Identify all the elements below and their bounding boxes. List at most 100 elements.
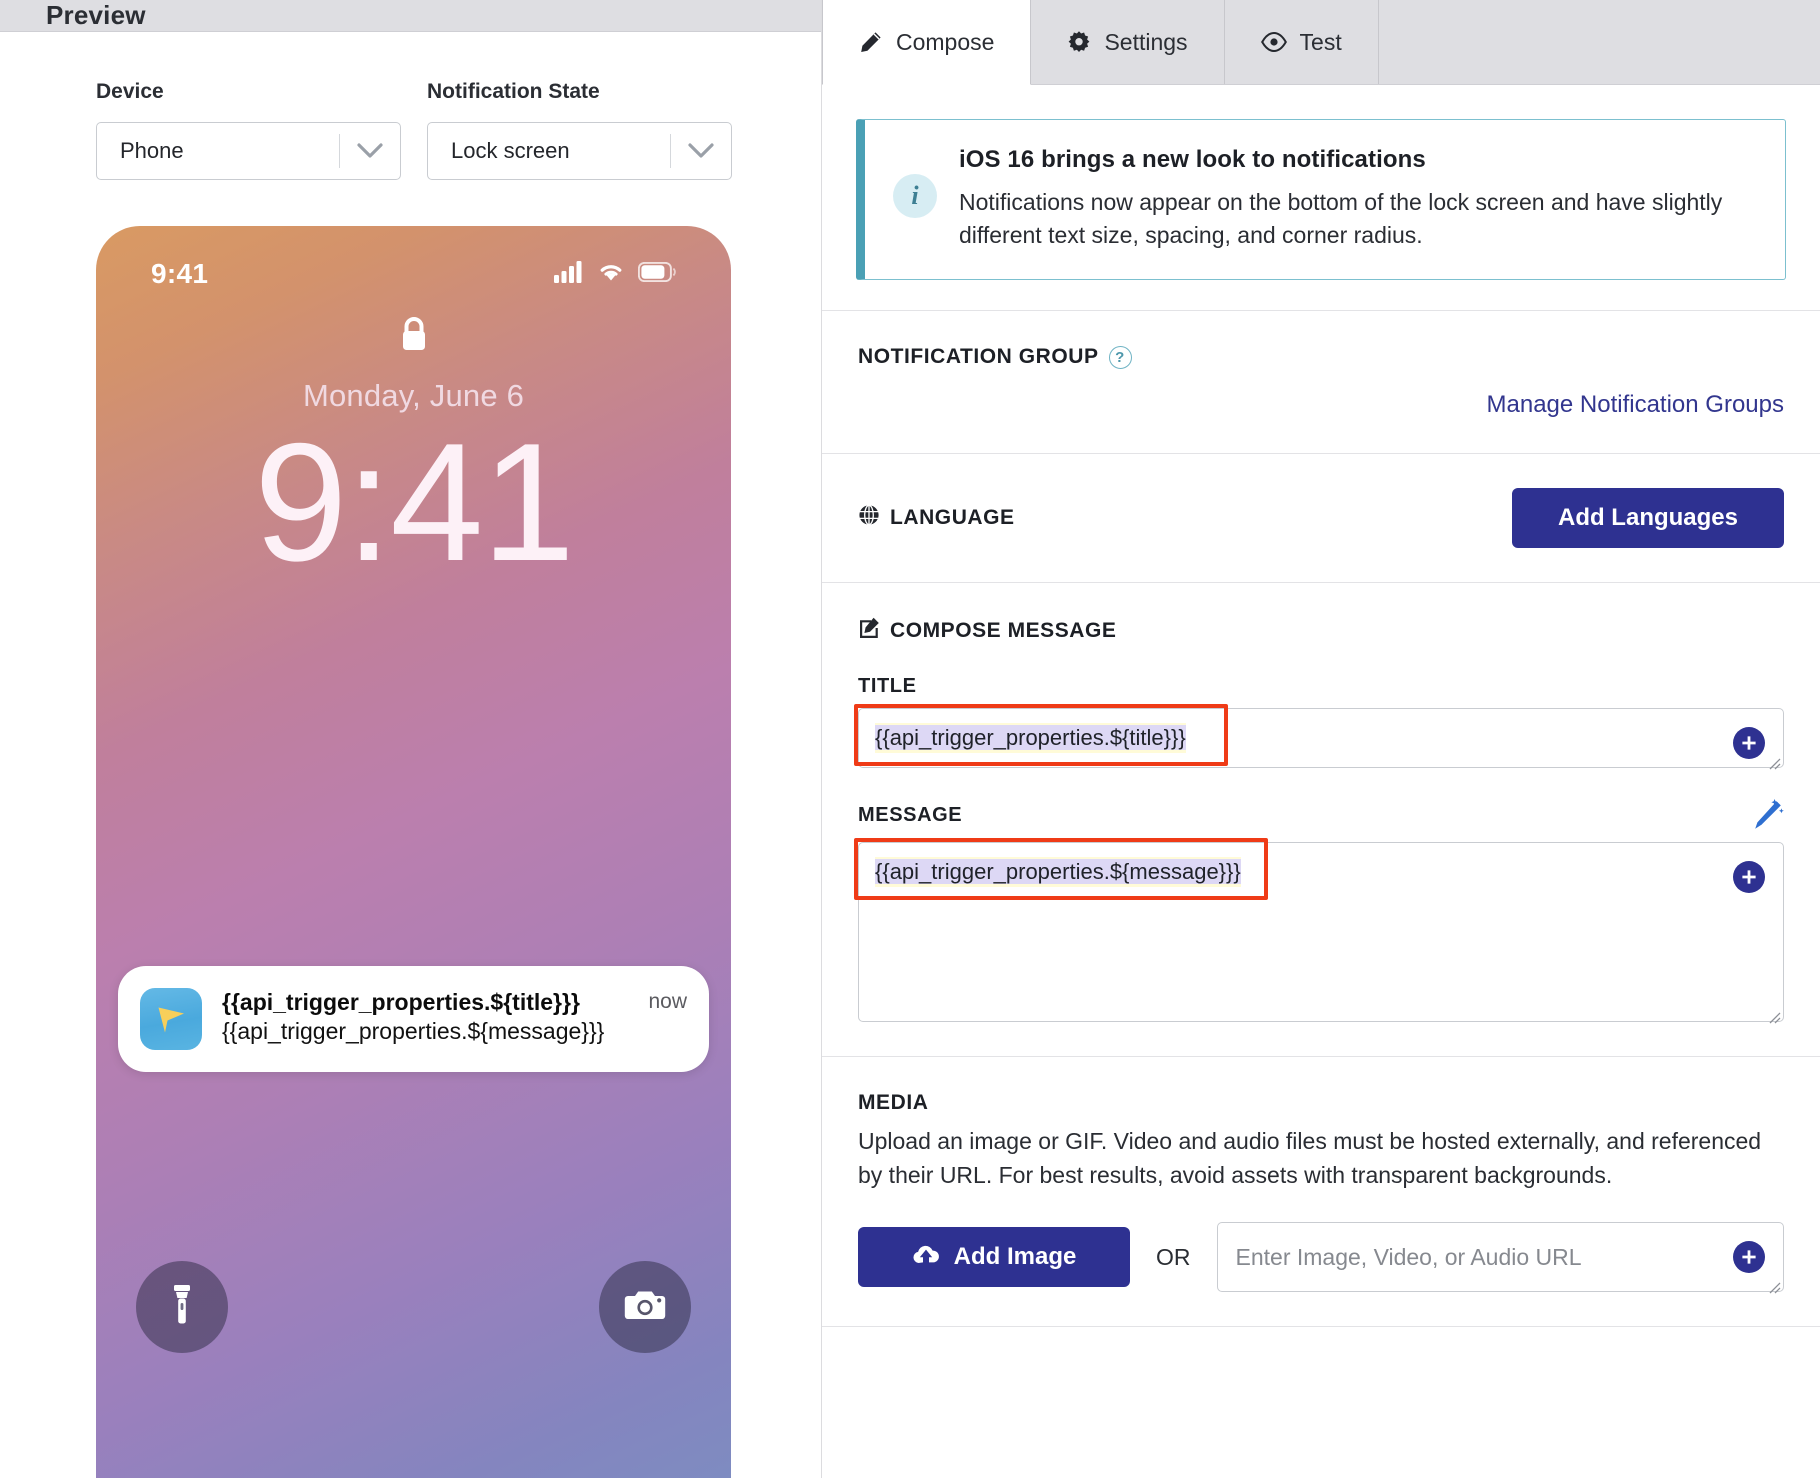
preview-header: Preview	[0, 0, 821, 32]
notification-composer-app: Preview Device Phone Notification State	[0, 0, 1820, 1478]
media-heading: MEDIA	[858, 1091, 1784, 1115]
editor-content: i iOS 16 brings a new look to notificati…	[822, 85, 1820, 1478]
preview-selectors: Device Phone Notification State Lock scr…	[96, 80, 775, 180]
chevron-down-icon[interactable]	[340, 143, 400, 159]
resize-grip[interactable]	[1765, 1273, 1781, 1294]
phone-lockscreen-preview: 9:41 Monday, June 6 9:41 {{api_trigger_p…	[96, 226, 731, 1478]
lockscreen-clock: 9:41	[254, 408, 575, 596]
ios16-banner-wrap: i iOS 16 brings a new look to notificati…	[822, 85, 1820, 310]
language-heading: LANGUAGE	[858, 504, 1015, 532]
tab-compose-label: Compose	[896, 28, 995, 55]
chevron-down-icon[interactable]	[671, 143, 731, 159]
plus-circle-icon[interactable]	[1733, 861, 1765, 894]
or-label: OR	[1156, 1243, 1191, 1270]
cellular-signal-icon	[554, 260, 584, 288]
notification-group-heading: NOTIFICATION GROUP ?	[858, 345, 1784, 369]
status-bar-time: 9:41	[151, 258, 209, 289]
banner-title: iOS 16 brings a new look to notification…	[959, 146, 1426, 173]
notification-title: {{api_trigger_properties.${title}}}	[222, 989, 580, 1015]
device-selector-group: Device Phone	[96, 80, 401, 180]
compose-message-section: COMPOSE MESSAGE TITLE {{api_trigger_prop…	[822, 582, 1820, 1056]
banner-text: iOS 16 brings a new look to notification…	[959, 146, 1757, 251]
tab-settings[interactable]: Settings	[1031, 0, 1225, 84]
braze-app-icon	[140, 988, 202, 1050]
globe-icon	[858, 504, 880, 532]
media-url-placeholder: Enter Image, Video, or Audio URL	[1235, 1243, 1582, 1270]
notification-header-row: {{api_trigger_properties.${title}}} now	[222, 988, 687, 1016]
title-liquid-inner: {{api_trigger_properties.${title}}}	[875, 725, 1186, 751]
message-input-wrap: {{api_trigger_properties.${message}}}	[854, 838, 1784, 1024]
title-field-label: TITLE	[858, 675, 917, 698]
title-input[interactable]: {{api_trigger_properties.${title}}}	[858, 708, 1784, 770]
info-icon: i	[893, 174, 937, 218]
tab-compose[interactable]: Compose	[822, 0, 1032, 85]
add-languages-button[interactable]: Add Languages	[1512, 488, 1784, 549]
language-heading-label: LANGUAGE	[890, 506, 1015, 530]
banner-body: Notifications now appear on the bottom o…	[959, 189, 1723, 248]
manage-notification-groups-link[interactable]: Manage Notification Groups	[1487, 391, 1785, 418]
notification-timestamp: now	[648, 990, 687, 1013]
resize-grip[interactable]	[1765, 1003, 1781, 1024]
lockscreen-quick-actions	[136, 1261, 691, 1353]
flashlight-button[interactable]	[136, 1261, 228, 1353]
notification-state-select-value: Lock screen	[451, 138, 570, 163]
preview-body: Device Phone Notification State Lock scr…	[0, 32, 821, 1478]
device-label: Device	[96, 80, 164, 103]
tab-settings-label: Settings	[1104, 28, 1188, 55]
plus-circle-icon[interactable]	[1733, 1241, 1765, 1273]
magic-wand-icon[interactable]	[1750, 798, 1784, 832]
add-image-button[interactable]: Add Image	[858, 1227, 1130, 1287]
next-section-divider	[822, 1326, 1820, 1356]
upload-cloud-icon	[912, 1242, 940, 1273]
phone-status-bar: 9:41	[96, 258, 731, 290]
page-title: Preview	[46, 0, 146, 30]
ios16-info-banner: i iOS 16 brings a new look to notificati…	[856, 119, 1786, 281]
media-section: MEDIA Upload an image or GIF. Video and …	[822, 1056, 1820, 1326]
editor-tabbar: Compose Settings Test	[822, 0, 1820, 85]
message-input[interactable]: {{api_trigger_properties.${message}}}	[858, 842, 1784, 1024]
add-image-button-label: Add Image	[953, 1243, 1077, 1270]
flashlight-icon	[167, 1284, 197, 1331]
notification-message: {{api_trigger_properties.${message}}}	[222, 1018, 605, 1045]
title-input-wrap: {{api_trigger_properties.${title}}}	[854, 704, 1784, 770]
lock-icon	[96, 314, 731, 356]
tab-test-label: Test	[1299, 28, 1342, 55]
device-select[interactable]: Phone	[96, 122, 401, 180]
media-upload-row: Add Image OR Enter Image, Video, or Audi…	[858, 1222, 1784, 1294]
plus-circle-icon[interactable]	[1733, 727, 1765, 760]
media-url-input[interactable]: Enter Image, Video, or Audio URL	[1216, 1222, 1784, 1294]
pencil-icon	[859, 30, 883, 54]
editor-pane: Compose Settings Test i iOS 16 brings a …	[822, 0, 1820, 1478]
compose-message-heading: COMPOSE MESSAGE	[858, 617, 1784, 645]
notification-group-section: NOTIFICATION GROUP ? Manage Notification…	[822, 310, 1820, 453]
gear-icon	[1067, 30, 1091, 54]
notification-group-heading-label: NOTIFICATION GROUP	[858, 345, 1099, 369]
message-field-label: MESSAGE	[858, 803, 963, 826]
camera-icon	[624, 1288, 666, 1327]
message-liquid-token: {{api_trigger_properties.${message}}}	[875, 857, 1241, 888]
message-field-label-row: MESSAGE	[858, 798, 1784, 832]
tab-test[interactable]: Test	[1224, 0, 1379, 84]
message-liquid-inner: {{api_trigger_properties.${message}}}	[875, 859, 1241, 885]
eye-icon	[1260, 32, 1287, 52]
language-section: LANGUAGE Add Languages	[822, 453, 1820, 582]
battery-icon	[637, 261, 676, 287]
manage-groups-link-wrap: Manage Notification Groups	[858, 391, 1785, 419]
preview-pane: Preview Device Phone Notification State	[0, 0, 822, 1478]
question-mark-icon[interactable]: ?	[1108, 345, 1132, 369]
camera-button[interactable]	[599, 1261, 691, 1353]
resize-grip[interactable]	[1765, 749, 1781, 770]
notification-state-label: Notification State	[427, 80, 600, 103]
wifi-icon	[597, 261, 625, 287]
compose-pencil-icon	[858, 617, 880, 645]
notification-state-select[interactable]: Lock screen	[427, 122, 732, 180]
status-bar-icons	[554, 260, 676, 288]
device-select-value: Phone	[120, 138, 184, 163]
media-heading-label: MEDIA	[858, 1091, 929, 1115]
lockscreen-notification-card[interactable]: {{api_trigger_properties.${title}}} now …	[118, 966, 709, 1072]
media-description: Upload an image or GIF. Video and audio …	[858, 1128, 1762, 1188]
title-liquid-token: {{api_trigger_properties.${title}}}	[875, 723, 1186, 754]
notification-body: {{api_trigger_properties.${title}}} now …	[222, 988, 687, 1050]
notification-state-selector-group: Notification State Lock screen	[427, 80, 732, 180]
compose-message-heading-label: COMPOSE MESSAGE	[890, 619, 1117, 643]
